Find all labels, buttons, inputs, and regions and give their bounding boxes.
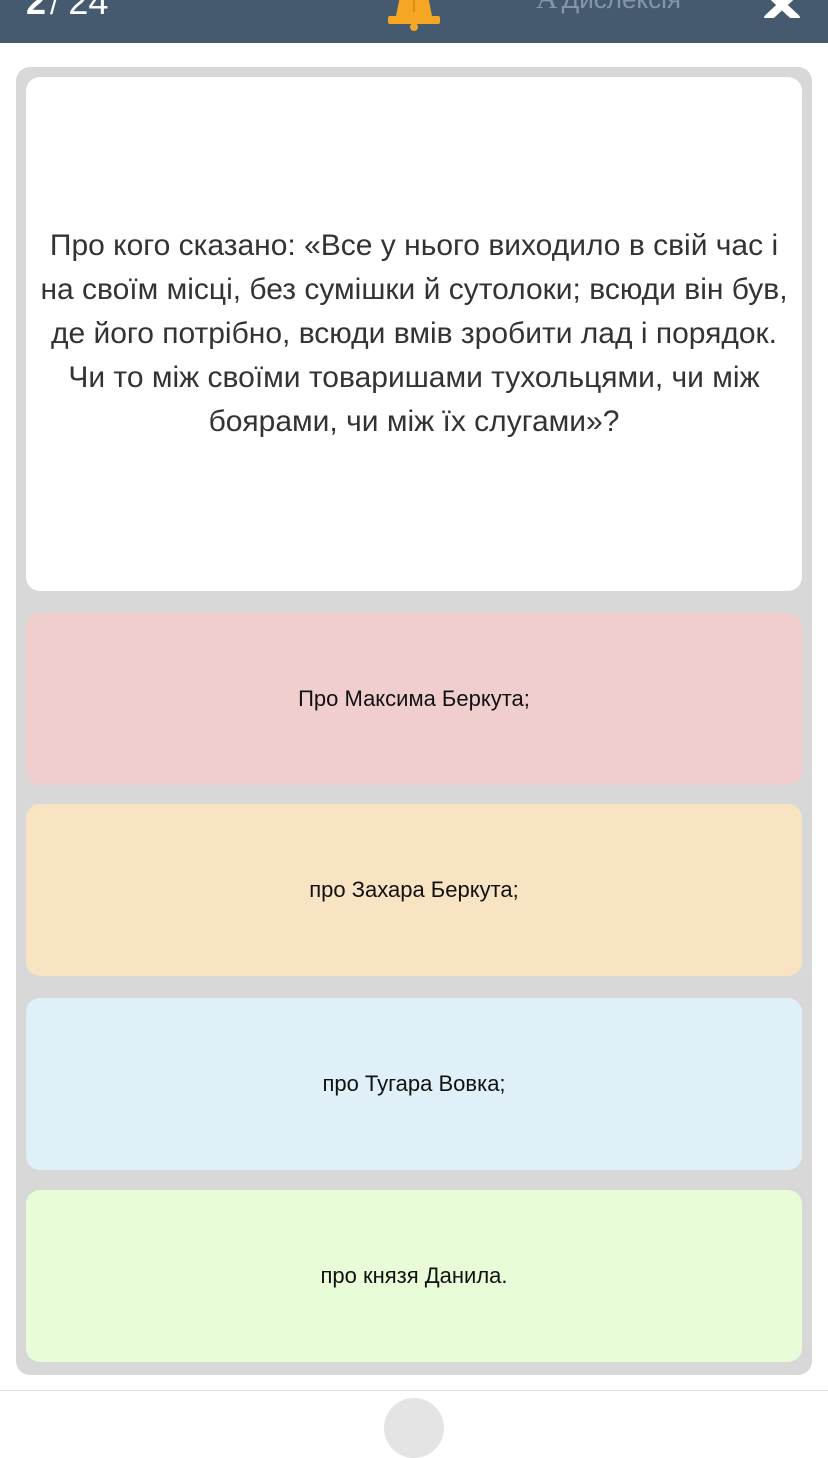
counter-separator: / <box>50 0 59 21</box>
top-bar: 2/ 24 A Дислексія <box>0 0 828 43</box>
answer-option-2-label: про Захара Беркута; <box>309 877 519 902</box>
question-text: Про кого сказано: «Все у нього виходило … <box>40 229 788 438</box>
quiz-panel: Про кого сказано: «Все у нього виходило … <box>16 67 812 1375</box>
question-card: Про кого сказано: «Все у нього виходило … <box>26 77 802 591</box>
bottom-action-button[interactable] <box>384 1398 444 1458</box>
bottom-divider <box>0 1390 828 1391</box>
dyslexia-label: Дислексія <box>562 0 681 14</box>
current-question-number: 2 <box>26 0 47 22</box>
answer-option-2[interactable]: про Захара Беркута; <box>26 804 802 976</box>
answer-option-1-label: Про Максима Беркута; <box>298 686 530 711</box>
total-questions: 24 <box>68 0 109 22</box>
dyslexia-toggle[interactable]: A Дислексія <box>536 0 681 15</box>
answer-option-3-label: про Тугара Вовка; <box>322 1071 506 1096</box>
dyslexia-letter: A <box>536 0 558 15</box>
bell-book-icon[interactable] <box>386 0 442 32</box>
answer-option-1[interactable]: Про Максима Беркута; <box>26 613 802 785</box>
answer-option-4-label: про князя Данила. <box>320 1263 508 1288</box>
close-icon[interactable] <box>764 0 800 18</box>
answer-option-4[interactable]: про князя Данила. <box>26 1190 802 1362</box>
answer-option-3[interactable]: про Тугара Вовка; <box>26 998 802 1170</box>
question-counter: 2/ 24 <box>26 0 108 23</box>
